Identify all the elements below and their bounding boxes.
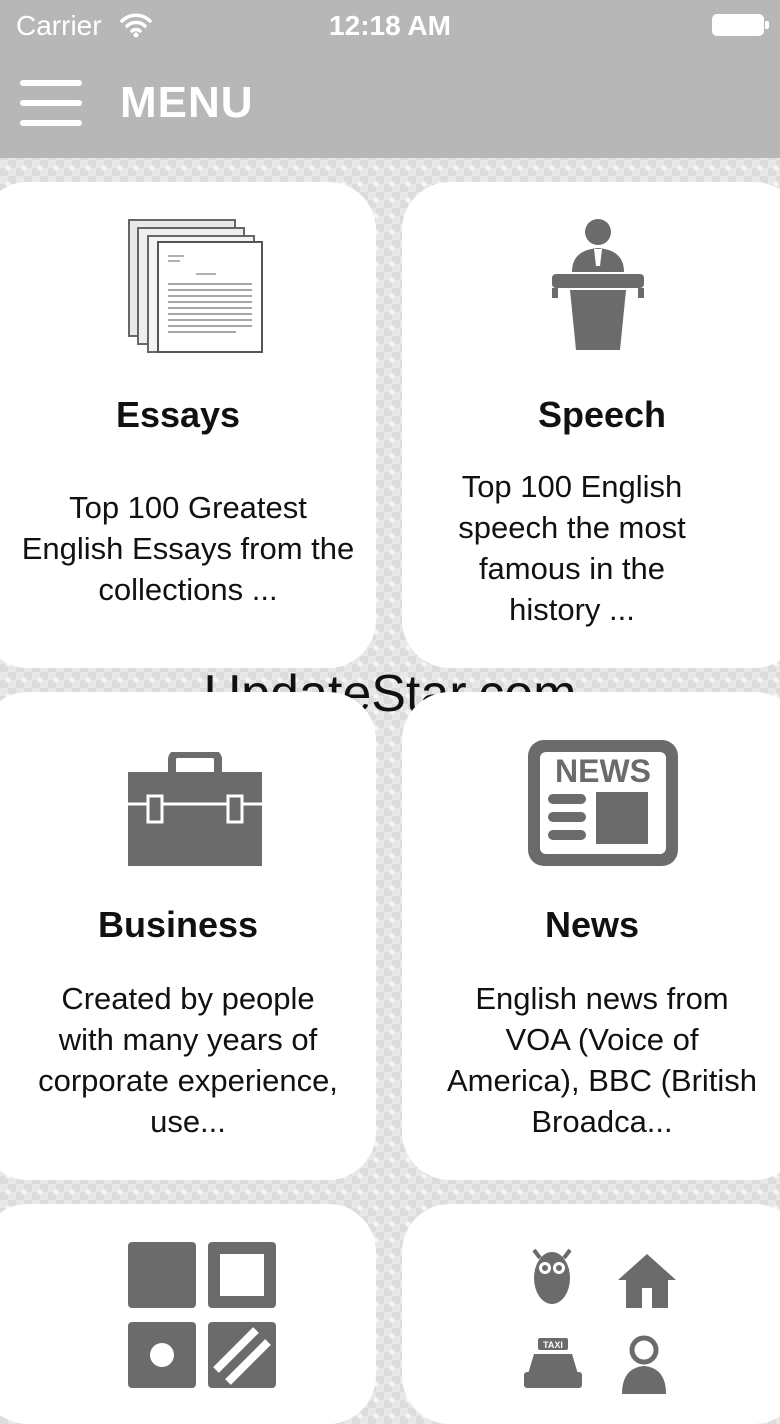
card-title: Speech	[537, 394, 667, 435]
card-business[interactable]: Business Created by people with many yea…	[0, 692, 376, 1180]
card-vocabulary[interactable]: TAXI	[402, 1204, 780, 1424]
status-bar: Carrier 12:18 AM	[0, 0, 780, 52]
card-description: Created by people with many years of cor…	[38, 981, 338, 1139]
card-news[interactable]: NEWS News English news from VOA (Voice o…	[402, 692, 780, 1180]
card-description: Top 100 Greatest English Essays from the…	[21, 490, 355, 607]
status-time: 12:18 AM	[329, 10, 451, 41]
card-title: News	[544, 904, 640, 945]
card-grid[interactable]	[0, 1204, 376, 1424]
card-title: Business	[97, 904, 259, 945]
battery-icon	[712, 14, 769, 36]
news-icon-text: NEWS	[555, 753, 651, 789]
hamburger-menu-icon[interactable]	[20, 80, 82, 126]
nav-bar: MENU	[0, 52, 780, 158]
speaker-podium-icon	[552, 219, 644, 350]
card-title: Essays	[115, 394, 241, 435]
page-title: MENU	[120, 78, 254, 127]
newspaper-icon: NEWS	[528, 740, 678, 866]
card-description: Top 100 English speech the most famous i…	[458, 469, 686, 627]
grid-tiles-icon	[128, 1242, 276, 1388]
card-essays[interactable]: Essays Top 100 Greatest English Essays f…	[0, 182, 376, 668]
briefcase-icon	[128, 752, 262, 866]
card-speech[interactable]: Speech Top 100 English speech the most f…	[402, 182, 780, 668]
taxi-icon-text: TAXI	[543, 1340, 563, 1350]
card-description: English news from VOA (Voice of America)…	[446, 981, 758, 1139]
documents-stack-icon	[128, 219, 263, 353]
vocabulary-pictures-icon: TAXI	[524, 1248, 676, 1394]
